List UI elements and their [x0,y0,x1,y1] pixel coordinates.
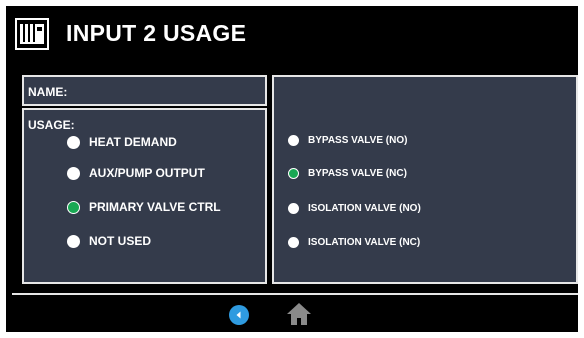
home-button[interactable] [286,302,312,326]
radio-button[interactable] [288,237,299,248]
usage-option-label: NOT USED [89,234,152,248]
valve-option-label: ISOLATION VALVE (NC) [308,237,421,248]
radio-button[interactable] [67,135,80,149]
back-arrow-icon [236,311,241,319]
usage-panel: USAGE: HEAT DEMAND AUX/PUMP OUTPUT PRIMA… [22,108,267,284]
usage-option-label: PRIMARY VALVE CTRL [89,200,221,214]
usage-option-label: HEAT DEMAND [89,135,177,149]
home-icon [287,303,311,325]
footer-divider [12,293,578,295]
valve-panel: BYPASS VALVE (NO) BYPASS VALVE (NC) ISOL… [272,75,578,284]
valve-option-isolation-nc[interactable]: ISOLATION VALVE (NC) [288,237,420,248]
radio-button[interactable] [67,166,80,180]
radio-button[interactable] [67,234,80,248]
usage-option-heat-demand[interactable]: HEAT DEMAND [67,135,177,149]
usage-option-aux-pump-output[interactable]: AUX/PUMP OUTPUT [67,166,205,180]
valve-option-label: ISOLATION VALVE (NO) [308,203,421,214]
usage-option-not-used[interactable]: NOT USED [67,234,151,248]
screen: INPUT 2 USAGE NAME: USAGE: HEAT DEMAND A… [6,6,578,332]
back-button[interactable] [229,305,249,325]
boiler-logo-icon [15,18,49,50]
usage-option-label: AUX/PUMP OUTPUT [89,166,205,180]
header: INPUT 2 USAGE [6,6,578,64]
radio-button[interactable] [288,203,299,214]
radio-button-selected[interactable] [67,200,80,214]
valve-option-label: BYPASS VALVE (NO) [308,135,408,146]
valve-option-bypass-no[interactable]: BYPASS VALVE (NO) [288,135,407,146]
page-title: INPUT 2 USAGE [66,20,247,46]
usage-option-primary-valve-ctrl[interactable]: PRIMARY VALVE CTRL [67,200,221,214]
valve-option-bypass-nc[interactable]: BYPASS VALVE (NC) [288,168,407,179]
usage-label: USAGE: [28,118,75,132]
radio-button[interactable] [288,135,299,146]
name-field[interactable]: NAME: [22,75,267,106]
valve-option-label: BYPASS VALVE (NC) [308,168,407,179]
valve-option-isolation-no[interactable]: ISOLATION VALVE (NO) [288,203,421,214]
radio-button-selected[interactable] [288,168,299,179]
name-label: NAME: [28,85,68,99]
